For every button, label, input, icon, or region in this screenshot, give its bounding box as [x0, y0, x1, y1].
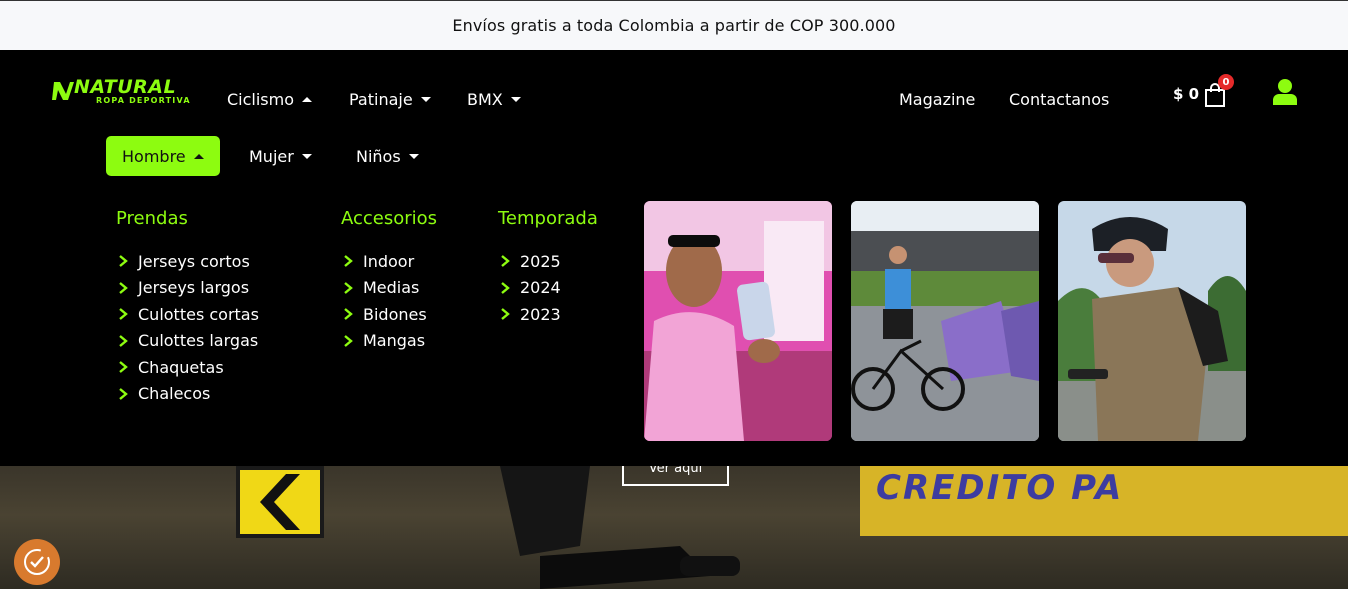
menu-item[interactable]: Indoor	[341, 248, 427, 275]
menu-item[interactable]: Chaquetas	[116, 354, 259, 381]
nav-ciclismo[interactable]: Ciclismo	[227, 90, 313, 109]
chevron-right-icon	[501, 281, 510, 294]
menu-item-label: Medias	[363, 278, 420, 298]
chevron-right-icon	[119, 361, 128, 374]
caret-up-icon	[302, 97, 313, 102]
chevron-right-icon	[501, 255, 510, 268]
nav-label: Patinaje	[349, 90, 413, 109]
nav-label: Contactanos	[1009, 90, 1110, 109]
subnav-mujer[interactable]: Mujer	[249, 136, 312, 176]
subnav-label: Hombre	[122, 146, 186, 166]
chevron-right-icon	[119, 281, 128, 294]
menu-item-label: Bidones	[363, 304, 427, 324]
menu-item[interactable]: Culottes largas	[116, 328, 259, 355]
nav-label: Ciclismo	[227, 90, 295, 109]
cart-total[interactable]: $ 0	[1173, 85, 1199, 103]
menu-item[interactable]: Jerseys largos	[116, 275, 259, 302]
nav-magazine[interactable]: Magazine	[899, 90, 975, 109]
promo-tile-3[interactable]	[1058, 201, 1246, 441]
brand-logo[interactable]: NATURAL ROPA DEPORTIVA	[52, 76, 194, 108]
hero-cta-button[interactable]: Ver aquí	[622, 466, 729, 486]
subnav-label: Niños	[356, 146, 401, 166]
hero-cta-label: Ver aquí	[648, 466, 703, 476]
menu-list-accesorios: Indoor Medias Bidones Mangas	[341, 248, 427, 354]
chevron-right-icon	[119, 387, 128, 400]
caret-down-icon	[301, 153, 312, 159]
menu-list-temporada: 2025 2024 2023	[498, 248, 561, 328]
promo-photo	[1058, 201, 1246, 441]
site-header: NATURAL ROPA DEPORTIVA Ciclismo Patinaje…	[0, 50, 1348, 466]
chevron-right-icon	[344, 281, 353, 294]
menu-item[interactable]: 2023	[498, 301, 561, 328]
nav-label: BMX	[467, 90, 503, 109]
menu-item[interactable]: Jerseys cortos	[116, 248, 259, 275]
chevron-left-sign-icon	[260, 474, 300, 530]
caret-up-icon	[193, 153, 204, 159]
subnav-label: Mujer	[249, 146, 294, 166]
cookie-consent-button[interactable]	[14, 539, 60, 585]
menu-item[interactable]: Bidones	[341, 301, 427, 328]
menu-item-label: 2023	[520, 304, 561, 324]
chevron-right-icon	[344, 308, 353, 321]
nav-label: Magazine	[899, 90, 976, 109]
subnav-hombre[interactable]: Hombre	[106, 136, 220, 176]
promo-photo	[644, 201, 832, 441]
caret-down-icon	[420, 97, 431, 102]
menu-item[interactable]: Culottes cortas	[116, 301, 259, 328]
column-title-prendas[interactable]: Prendas	[116, 208, 188, 229]
announcement-bar: Envíos gratis a toda Colombia a partir d…	[0, 0, 1348, 50]
hero-banner: CREDITO PA Ver aquí	[0, 466, 1348, 589]
promo-photo	[851, 201, 1039, 441]
nav-bmx[interactable]: BMX	[467, 90, 521, 109]
chevron-right-icon	[344, 255, 353, 268]
menu-item[interactable]: Medias	[341, 275, 427, 302]
chevron-right-icon	[119, 308, 128, 321]
nav-contactanos[interactable]: Contactanos	[1009, 90, 1109, 109]
column-title-accesorios[interactable]: Accesorios	[341, 208, 437, 229]
menu-item-label: Culottes largas	[138, 331, 259, 351]
chevron-right-icon	[119, 334, 128, 347]
menu-item-label: Culottes cortas	[138, 304, 259, 324]
menu-item-label: Mangas	[363, 331, 426, 351]
user-icon[interactable]	[1272, 78, 1298, 106]
subnav-ninos[interactable]: Niños	[356, 136, 419, 176]
chevron-right-icon	[119, 255, 128, 268]
announcement-text: Envíos gratis a toda Colombia a partir d…	[452, 16, 896, 35]
menu-item-label: Jerseys largos	[138, 278, 250, 298]
hero-wall-text: CREDITO PA	[876, 468, 1124, 508]
chevron-right-icon	[501, 308, 510, 321]
menu-item-label: 2024	[520, 278, 561, 298]
menu-item-label: Jerseys cortos	[138, 251, 250, 271]
caret-down-icon	[408, 153, 419, 159]
chevron-right-icon	[344, 334, 353, 347]
road-sign	[236, 466, 324, 538]
cookie-consent-icon	[24, 549, 50, 575]
caret-down-icon	[510, 97, 521, 102]
menu-item-label: Chaquetas	[138, 357, 224, 377]
promo-tile-2[interactable]	[851, 201, 1039, 441]
menu-item[interactable]: 2024	[498, 275, 561, 302]
column-title-temporada[interactable]: Temporada	[498, 208, 598, 229]
menu-item[interactable]: Chalecos	[116, 381, 259, 408]
cart-count-badge: 0	[1218, 74, 1234, 90]
logo-mark-icon	[52, 82, 74, 100]
menu-item[interactable]: Mangas	[341, 328, 427, 355]
nav-patinaje[interactable]: Patinaje	[349, 90, 431, 109]
logo-wordmark: NATURAL	[74, 76, 177, 98]
menu-item-label: Chalecos	[138, 384, 211, 404]
menu-item-label: Indoor	[363, 251, 415, 271]
logo-tagline: ROPA DEPORTIVA	[96, 96, 191, 105]
menu-list-prendas: Jerseys cortos Jerseys largos Culottes c…	[116, 248, 259, 407]
menu-item[interactable]: 2025	[498, 248, 561, 275]
promo-tile-1[interactable]	[644, 201, 832, 441]
menu-item-label: 2025	[520, 251, 561, 271]
